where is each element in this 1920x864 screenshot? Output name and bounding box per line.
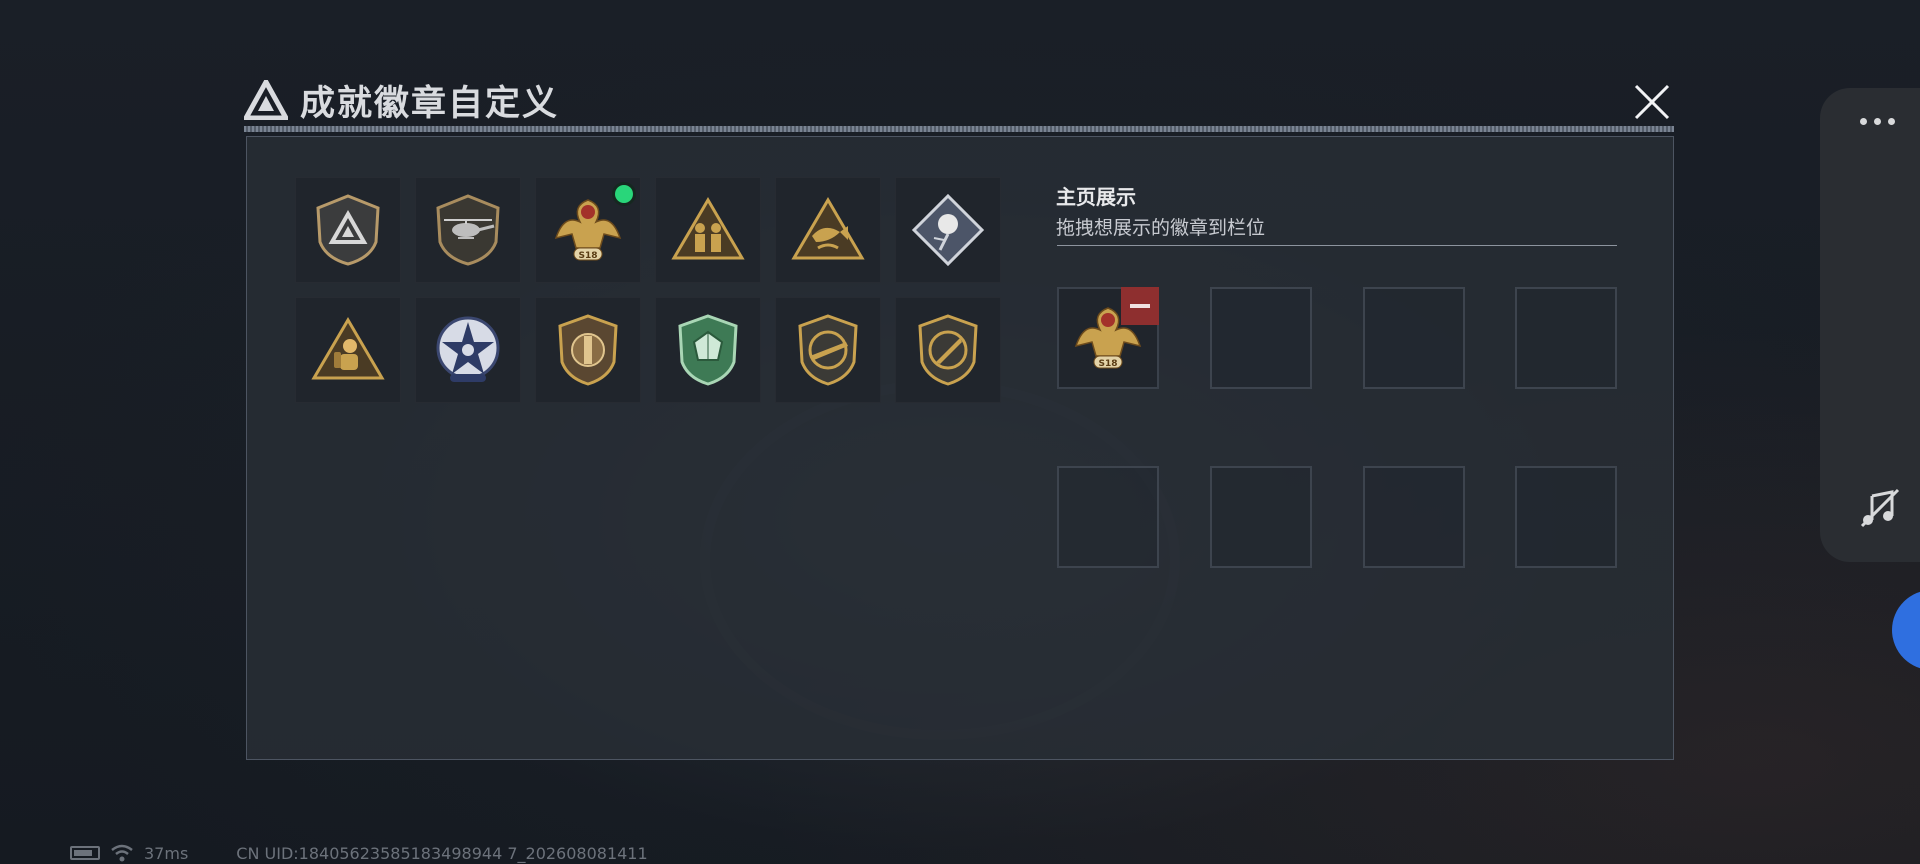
music-off-icon[interactable] (1858, 486, 1902, 530)
battery-icon (70, 846, 100, 860)
badge-soldiers-triangle[interactable] (655, 177, 761, 283)
golden-eagle-badge-icon: S18 (554, 199, 622, 261)
knife-badge-icon (918, 314, 978, 386)
delta-shield-badge-icon (316, 194, 380, 266)
showcase-slot-8[interactable] (1515, 466, 1617, 568)
bronze-emblem-badge-icon (558, 314, 618, 386)
showcase-slot-2[interactable] (1210, 287, 1312, 389)
rose-badge-icon (911, 193, 985, 267)
rifle-badge-icon (798, 314, 858, 386)
window-header: 成就徽章自定义 (244, 76, 559, 124)
floating-side-toolbar (1820, 88, 1920, 562)
status-bar: 37ms CN UID:18405623585183498944 7_20260… (70, 842, 648, 864)
close-button[interactable] (1630, 82, 1674, 122)
showcase-slot-6[interactable] (1210, 466, 1312, 568)
user-uid: CN UID:18405623585183498944 7_2026080814… (236, 843, 648, 863)
svg-text:S18: S18 (1098, 359, 1117, 369)
soldiers-badge-icon (671, 197, 745, 260)
showcase-slot-7[interactable] (1363, 466, 1465, 568)
badge-fish-triangle[interactable] (775, 177, 881, 283)
green-gem-badge-icon (678, 314, 738, 386)
showcase-divider (1057, 245, 1617, 246)
showcase-slot-1[interactable]: S18 (1057, 287, 1159, 389)
diver-badge-icon (311, 317, 385, 380)
showcase-subtitle: 拖拽想展示的徽章到栏位 (1056, 217, 1266, 239)
helicopter-badge-icon (436, 194, 500, 266)
ping-value: 37ms (144, 843, 189, 863)
more-options-icon[interactable] (1860, 118, 1895, 125)
remove-badge-button[interactable] (1121, 287, 1159, 325)
title-divider (244, 126, 1674, 132)
showcase-slot-5[interactable] (1057, 466, 1159, 568)
badge-golden-eagle-s18[interactable]: S18 (535, 177, 641, 283)
page-title: 成就徽章自定义 (300, 83, 560, 124)
badge-star-wings-round[interactable] (415, 297, 521, 403)
badge-bronze-emblem-shield[interactable] (535, 297, 641, 403)
new-badge-indicator (615, 185, 633, 203)
svg-text:S18: S18 (578, 251, 597, 261)
badge-green-gem-shield[interactable] (655, 297, 761, 403)
badge-delta-triangle-shield[interactable] (295, 177, 401, 283)
close-icon (1634, 84, 1670, 120)
badge-knife-shield[interactable] (895, 297, 1001, 403)
showcase-title: 主页展示 (1056, 185, 1136, 209)
star-wings-badge-icon (436, 316, 500, 382)
badge-helicopter-shield[interactable] (415, 177, 521, 283)
badge-diver-triangle[interactable] (295, 297, 401, 403)
minus-icon (1130, 304, 1150, 308)
showcase-slot-3[interactable] (1363, 287, 1465, 389)
badge-collection-grid: S18 (295, 177, 1001, 403)
showcase-slot-4[interactable] (1515, 287, 1617, 389)
badge-rose-diamond[interactable] (895, 177, 1001, 283)
badge-panel: S18 主页展示 拖拽想展示的徽章到栏位 S18 (246, 136, 1674, 760)
delta-logo-icon (244, 80, 288, 120)
wifi-icon (111, 844, 133, 862)
badge-rifle-shield[interactable] (775, 297, 881, 403)
fish-badge-icon (791, 197, 865, 260)
